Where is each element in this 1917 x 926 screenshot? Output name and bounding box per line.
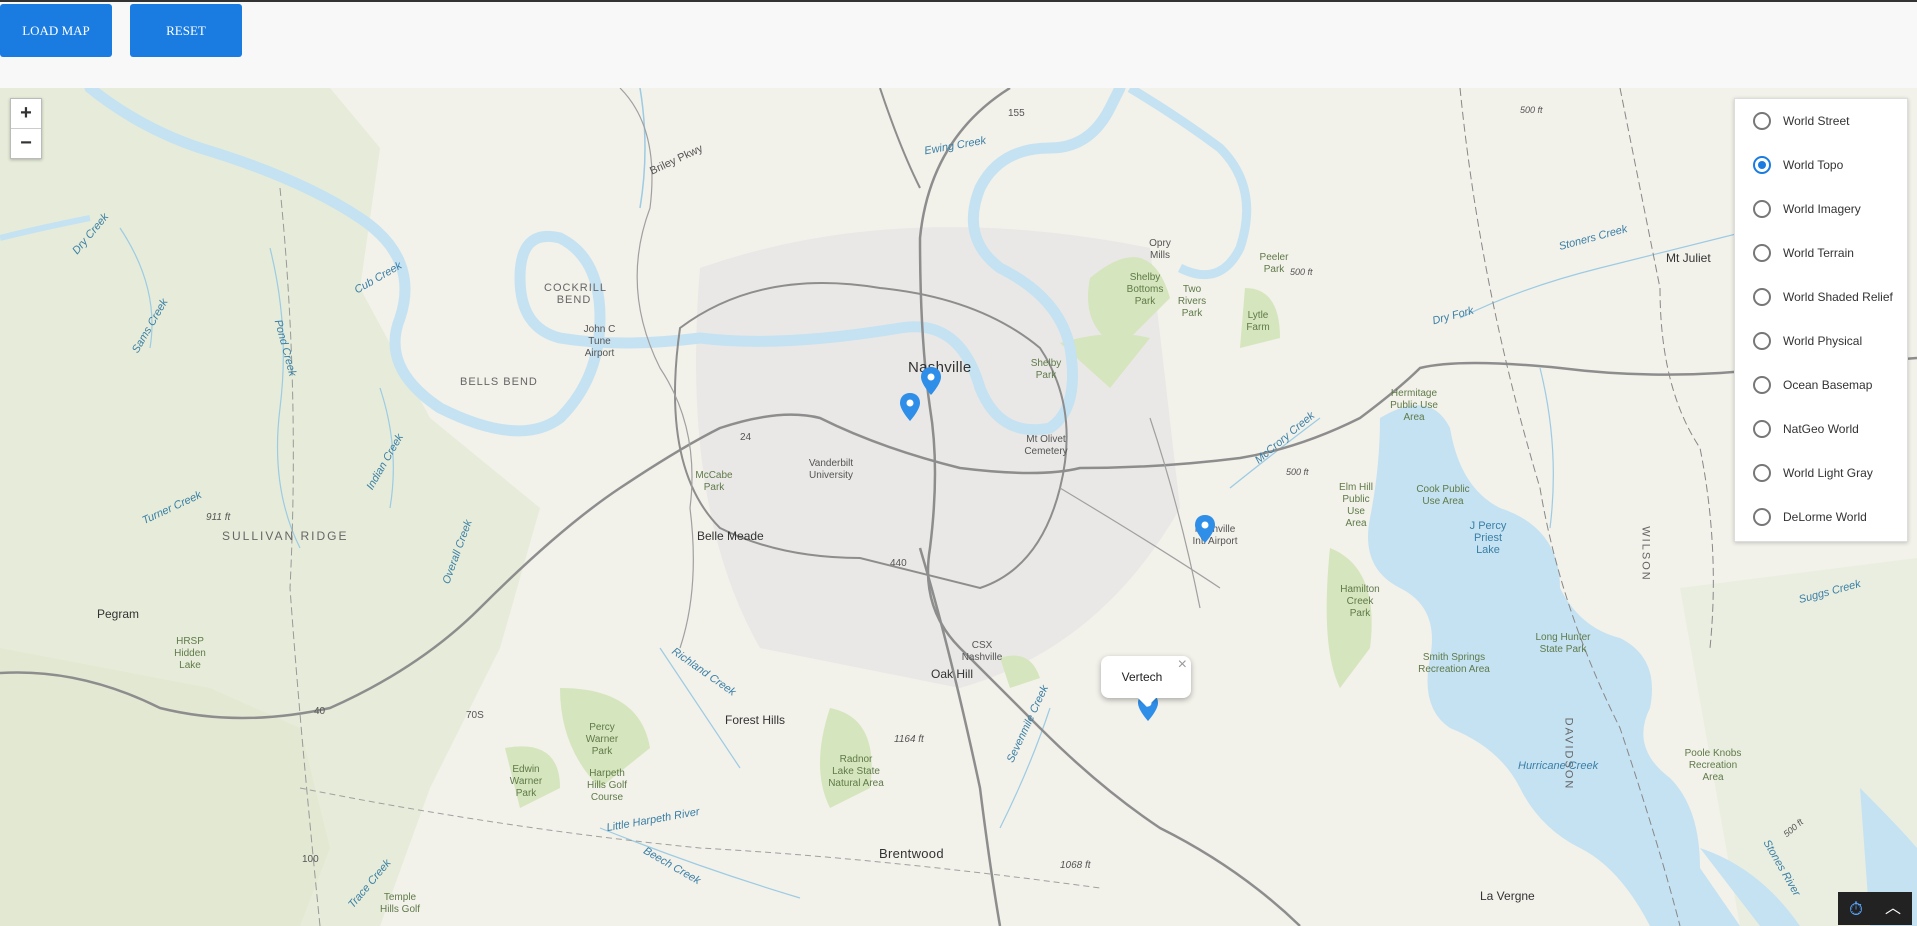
radio-button[interactable]	[1753, 156, 1771, 174]
zoom-control: + −	[10, 98, 42, 159]
map-label-cockrill-bend: COCKRILL BEND	[544, 282, 608, 306]
basemap-option-label: Ocean Basemap	[1783, 378, 1873, 392]
map-label-la-vergne: La Vergne	[1480, 889, 1535, 903]
map-label-mccabe-park: McCabe Park	[695, 470, 733, 493]
radio-button[interactable]	[1753, 376, 1771, 394]
basemap-option-label: World Imagery	[1783, 202, 1861, 216]
map-label-bells-bend: BELLS BEND	[460, 376, 538, 388]
map-label-vanderbilt: Vanderbilt University	[808, 458, 854, 481]
toolbar: LOAD MAP RESET	[0, 2, 1917, 88]
reset-button[interactable]: RESET	[130, 4, 242, 57]
map-label-elev-1164: 1164 ft	[894, 734, 924, 745]
map-label-hurricane-creek: Hurricane Creek	[1518, 760, 1599, 772]
map-view[interactable]: Nashville Belle Meade Oak Hill Forest Hi…	[0, 88, 1917, 926]
zoom-in-button[interactable]: +	[11, 99, 41, 128]
map-label-temple-hills: Temple Hills Golf	[380, 892, 421, 915]
map-label-edwin-warner: Edwin Warner Park	[509, 764, 543, 799]
map-label-route-70s: 70S	[466, 710, 484, 721]
basemap-option[interactable]: Ocean Basemap	[1735, 363, 1907, 407]
map-label-radnor-lake: Radnor Lake State Natural Area	[828, 754, 884, 789]
radio-button[interactable]	[1753, 200, 1771, 218]
map-label-davidson: DAVIDSON	[1562, 717, 1575, 791]
map-label-route-24: 24	[740, 432, 752, 443]
basemap-option[interactable]: World Light Gray	[1735, 451, 1907, 495]
map-label-route-40: 40	[314, 706, 326, 717]
basemap-option-label: NatGeo World	[1783, 422, 1859, 436]
location-marker-icon[interactable]	[1194, 514, 1216, 544]
popup-title: Vertech	[1121, 670, 1163, 684]
map-label-poole-knobs: Poole Knobs Recreation Area	[1684, 748, 1742, 783]
basemap-option[interactable]: World Physical	[1735, 319, 1907, 363]
clock-icon[interactable]: ⏱	[1849, 900, 1863, 918]
map-basemap	[0, 88, 1917, 926]
map-label-mt-olivet: Mt Olivet Cemetery	[1024, 434, 1068, 457]
map-label-john-tune-airport: John C Tune Airport	[583, 324, 616, 359]
basemap-option-label: World Terrain	[1783, 246, 1854, 260]
map-label-peeler-park: Peeler Park	[1259, 252, 1289, 275]
map-label-hamilton-creek: Hamilton Creek Park	[1340, 584, 1380, 619]
basemap-option-label: World Shaded Relief	[1783, 290, 1893, 304]
radio-button[interactable]	[1753, 332, 1771, 350]
basemap-option-label: World Physical	[1783, 334, 1863, 348]
map-label-csx: CSX Nashville	[961, 640, 1003, 663]
map-label-elev-1068: 1068 ft	[1060, 860, 1091, 871]
map-label-opry-mills: Opry Mills	[1149, 238, 1171, 261]
basemap-option-label: World Topo	[1783, 158, 1844, 172]
map-label-shelby-park: Shelby Park	[1030, 358, 1062, 381]
basemap-option[interactable]: NatGeo World	[1735, 407, 1907, 451]
load-map-button[interactable]: LOAD MAP	[0, 4, 112, 57]
map-label-lytle-farm: Lytle Farm	[1246, 310, 1270, 333]
map-label-brentwood: Brentwood	[879, 846, 944, 861]
basemap-option[interactable]: DeLorme World	[1735, 495, 1907, 539]
map-label-j-percy-priest: J Percy Priest Lake	[1469, 520, 1507, 556]
map-label-oak-hill: Oak Hill	[931, 667, 974, 681]
map-label-route-440: 440	[890, 558, 907, 569]
map-label-two-rivers: Two Rivers Park	[1177, 284, 1207, 319]
basemap-selector: World Street World Topo World Imagery Wo…	[1734, 98, 1908, 542]
map-label-shelby-bottoms: Shelby Bottoms Park	[1126, 272, 1164, 307]
map-label-forest-hills: Forest Hills	[725, 713, 786, 727]
basemap-option[interactable]: World Shaded Relief	[1735, 275, 1907, 319]
map-label-elm-hill: Elm Hill Public Use Area	[1339, 482, 1373, 529]
map-label-pegram: Pegram	[97, 607, 140, 621]
corner-widget: ⏱ ︿	[1838, 892, 1912, 925]
map-label-route-155: 155	[1008, 108, 1025, 119]
map-label-belle-meade: Belle Meade	[697, 529, 764, 543]
map-label-elev-911: 911 ft	[206, 512, 231, 523]
map-label-elev-500a: 500 ft	[1290, 267, 1313, 277]
location-marker-icon[interactable]	[920, 366, 942, 396]
basemap-option[interactable]: World Imagery	[1735, 187, 1907, 231]
basemap-option-label: World Street	[1783, 114, 1850, 128]
basemap-option[interactable]: World Terrain	[1735, 231, 1907, 275]
map-label-wilson: WILSON	[1639, 526, 1652, 582]
map-label-elev-500c: 500 ft	[1286, 467, 1309, 477]
map-label-percy-warner: Percy Warner Park	[585, 722, 619, 757]
map-label-long-hunter: Long Hunter State Park	[1535, 632, 1591, 655]
map-label-route-100: 100	[302, 854, 319, 865]
map-label-hrsp: HRSP Hidden Lake	[174, 636, 206, 671]
basemap-option[interactable]: World Street	[1735, 99, 1907, 143]
marker-popup: Vertech ×	[1101, 656, 1191, 707]
map-label-harpeth-hills: Harpeth Hills Golf Course	[586, 768, 627, 803]
radio-button[interactable]	[1753, 288, 1771, 306]
map-label-sullivan-ridge: SULLIVAN RIDGE	[222, 529, 349, 543]
radio-button[interactable]	[1753, 420, 1771, 438]
map-label-cook-public: Cook Public Use Area	[1416, 484, 1470, 507]
basemap-option-label: World Light Gray	[1783, 466, 1873, 480]
location-marker-icon[interactable]	[899, 392, 921, 422]
basemap-option[interactable]: World Topo	[1735, 143, 1907, 187]
radio-button[interactable]	[1753, 112, 1771, 130]
popup-close-button[interactable]: ×	[1178, 656, 1187, 674]
map-label-elev-500b: 500 ft	[1520, 105, 1543, 115]
basemap-option-label: DeLorme World	[1783, 510, 1867, 524]
radio-button[interactable]	[1753, 464, 1771, 482]
radio-button[interactable]	[1753, 508, 1771, 526]
map-label-smith-springs: Smith Springs Recreation Area	[1418, 652, 1490, 675]
zoom-out-button[interactable]: −	[11, 128, 41, 158]
radio-button[interactable]	[1753, 244, 1771, 262]
map-label-mt-juliet: Mt Juliet	[1666, 251, 1711, 265]
map-label-hermitage: Hermitage Public Use Area	[1390, 388, 1438, 423]
chevron-up-icon[interactable]: ︿	[1885, 900, 1901, 918]
